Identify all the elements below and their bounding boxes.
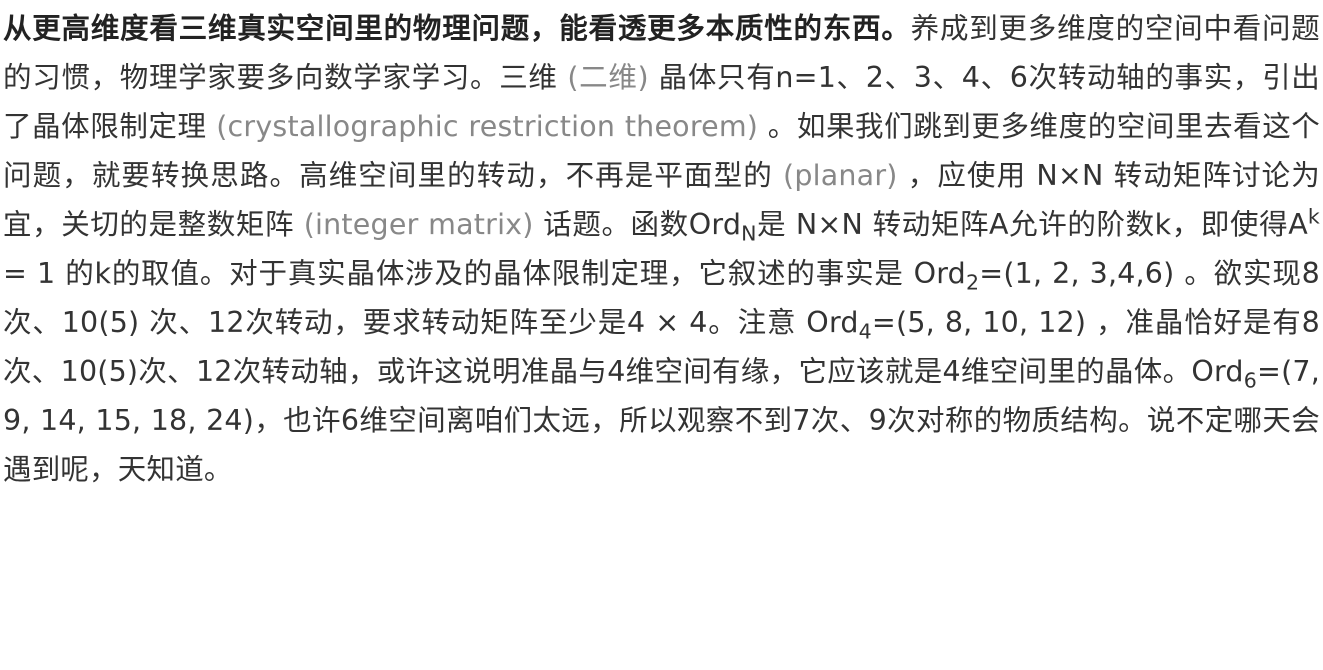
annotation-planar: (planar)	[783, 159, 898, 192]
lead-sentence: 从更高维度看三维真实空间里的物理问题，能看透更多本质性的东西。	[3, 12, 911, 45]
annotation-integer-matrix: (integer matrix)	[303, 208, 534, 241]
ord4-values: =(5, 8, 10, 12)	[871, 306, 1087, 339]
text-segment-5: 话题。函数Ord	[533, 208, 742, 241]
ord-n-subscript: N	[741, 221, 757, 246]
ord2-values: =(1, 2, 3,4,6)	[979, 257, 1175, 290]
ord4-subscript: 4	[858, 319, 872, 344]
ord2-formula: 2=(1, 2, 3,4,6)	[966, 257, 1175, 293]
text-segment-7: = 1 的k的取值。对于真实晶体涉及的晶体限制定理，它叙述的事实是 Ord	[3, 257, 966, 290]
article-paragraph: 从更高维度看三维真实空间里的物理问题，能看透更多本质性的东西。养成到更多维度的空…	[0, 0, 1323, 670]
ord4-formula: 4=(5, 8, 10, 12)	[859, 306, 1087, 342]
annotation-2d: (二维)	[567, 61, 649, 94]
power-k-superscript: k	[1307, 204, 1321, 229]
ord2-subscript: 2	[965, 270, 980, 295]
annotation-theorem-name: (crystallographic restriction theorem)	[216, 110, 759, 143]
ord6-subscript: 6	[1243, 368, 1257, 393]
text-segment-6: 是 N×N 转动矩阵A允许的阶数k，即使得A	[756, 208, 1308, 241]
